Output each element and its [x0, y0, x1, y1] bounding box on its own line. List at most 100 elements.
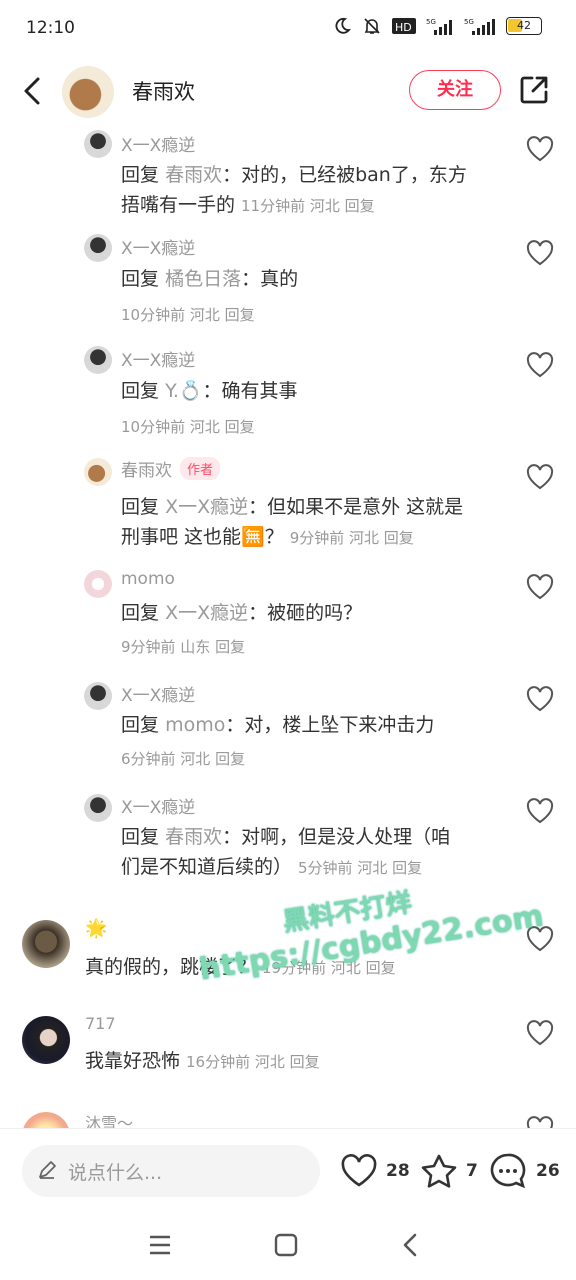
reply-target[interactable]: 春雨欢	[165, 826, 222, 848]
author-name[interactable]: 春雨欢	[132, 76, 195, 106]
reply-target[interactable]: X一X瘾逆	[165, 496, 248, 518]
comment-count: 26	[536, 1161, 560, 1181]
reply-prefix: 回复	[121, 496, 160, 518]
status-time: 12:10	[26, 18, 75, 38]
reply-username[interactable]: momo	[121, 569, 175, 589]
header: 春雨欢 关注	[0, 58, 576, 126]
reply-text: 回复 橘色日落：真的	[121, 264, 511, 294]
comment-bubble-icon	[490, 1153, 526, 1189]
like-heart-icon[interactable]	[526, 464, 554, 490]
comment-input[interactable]: 说点什么...	[22, 1145, 320, 1197]
signal-5g-icon: 5G	[426, 18, 452, 35]
bottom-action-bar: 说点什么... 28 7 26	[0, 1128, 576, 1210]
battery-level: 42	[517, 19, 531, 32]
reply-target[interactable]: 春雨欢	[165, 164, 222, 186]
reply-username[interactable]: X一X瘾逆	[121, 681, 195, 706]
reply-prefix: 回复	[121, 380, 160, 402]
reply-meta[interactable]: 10分钟前 河北 回复	[121, 416, 255, 437]
back-triangle-icon[interactable]	[400, 1232, 420, 1258]
like-heart-icon[interactable]	[526, 136, 554, 162]
reply-text: 回复 春雨欢：对的，已经被ban了，东方 捂嘴有一手的 11分钟前 河北 回复	[121, 160, 511, 221]
reply-prefix: 回复	[121, 268, 160, 290]
like-heart-icon[interactable]	[526, 1116, 554, 1128]
reply-meta[interactable]: 9分钟前 山东 回复	[121, 636, 245, 657]
reply-avatar[interactable]	[84, 570, 112, 598]
share-icon[interactable]	[518, 74, 550, 106]
home-square-icon[interactable]	[274, 1233, 298, 1257]
reply-target[interactable]: momo	[165, 714, 225, 736]
reply-text-line2: 捂嘴有一手的	[121, 194, 236, 216]
reply-username: 春雨欢 作者	[121, 456, 221, 481]
like-heart-icon[interactable]	[526, 352, 554, 378]
reply-meta[interactable]: 11分钟前 河北 回复	[241, 197, 375, 215]
reply-meta[interactable]: 6分钟前 河北 回复	[121, 748, 245, 769]
comment-avatar[interactable]	[22, 1112, 70, 1128]
reply-text-content: ：对，楼上坠下来冲击力	[225, 714, 435, 736]
reply-prefix: 回复	[121, 826, 160, 848]
battery-icon: 42	[506, 17, 542, 35]
follow-button[interactable]: 关注	[409, 70, 501, 110]
author-avatar[interactable]	[62, 66, 114, 118]
comment-meta[interactable]: 19分钟前 河北 回复	[262, 959, 396, 977]
reply-avatar[interactable]	[84, 234, 112, 262]
reply-prefix: 回复	[121, 602, 160, 624]
comment-username[interactable]: 717	[85, 1014, 116, 1033]
status-icons: HD 5G 5G 42	[332, 16, 542, 36]
star-action[interactable]: 7	[420, 1151, 478, 1191]
hd-icon: HD	[392, 18, 416, 34]
comment-text-content: 真的假的，跳楼了？	[85, 956, 257, 978]
reply-text: 回复 Y.💍：确有其事	[121, 376, 511, 406]
comment-action[interactable]: 26	[488, 1151, 560, 1191]
reply-prefix: 回复	[121, 164, 160, 186]
system-nav-bar	[0, 1210, 576, 1280]
reply-avatar[interactable]	[84, 682, 112, 710]
reply-username[interactable]: X一X瘾逆	[121, 131, 195, 156]
reply-username[interactable]: X一X瘾逆	[121, 793, 195, 818]
comment-avatar[interactable]	[22, 920, 70, 968]
comment-text-content: 我靠好恐怖	[85, 1050, 181, 1072]
reply-text-line1: ：对啊，但是没人处理（咱	[222, 826, 451, 848]
author-tag: 作者	[180, 457, 221, 480]
like-heart-icon[interactable]	[526, 926, 554, 952]
like-heart-icon[interactable]	[526, 574, 554, 600]
comment-feed[interactable]: X一X瘾逆 回复 春雨欢：对的，已经被ban了，东方 捂嘴有一手的 11分钟前 河…	[0, 126, 576, 1128]
reply-username[interactable]: X一X瘾逆	[121, 346, 195, 371]
signal-5g-2-icon: 5G	[464, 18, 495, 35]
reply-meta[interactable]: 10分钟前 河北 回复	[121, 304, 255, 325]
like-heart-icon[interactable]	[526, 240, 554, 266]
reply-text: 回复 X一X瘾逆：被砸的吗？	[121, 598, 511, 628]
comment-input-placeholder: 说点什么...	[68, 1162, 163, 1184]
reply-target[interactable]: 橘色日落	[165, 268, 241, 290]
reply-avatar[interactable]	[84, 130, 112, 158]
back-icon[interactable]	[18, 74, 48, 108]
reply-username[interactable]: X一X瘾逆	[121, 234, 195, 259]
svg-text:HD: HD	[395, 21, 412, 34]
reply-avatar[interactable]	[84, 794, 112, 822]
reply-target[interactable]: X一X瘾逆	[165, 602, 248, 624]
like-action[interactable]: 28	[340, 1151, 410, 1191]
star-count: 7	[466, 1161, 478, 1181]
comment-username[interactable]: 🌟	[85, 918, 107, 939]
reply-avatar[interactable]	[84, 346, 112, 374]
comment-avatar[interactable]	[22, 1016, 70, 1064]
moon-icon	[335, 17, 351, 34]
comment-text: 真的假的，跳楼了？ 19分钟前 河北 回复	[85, 952, 396, 979]
pen-icon	[39, 1161, 56, 1179]
comment-meta[interactable]: 16分钟前 河北 回复	[186, 1053, 320, 1071]
reply-avatar[interactable]	[84, 458, 112, 486]
reply-meta[interactable]: 9分钟前 河北 回复	[290, 529, 414, 547]
menu-icon[interactable]	[148, 1234, 172, 1256]
like-heart-icon[interactable]	[526, 686, 554, 712]
like-heart-icon[interactable]	[526, 798, 554, 824]
reply-text-line1: ：对的，已经被ban了，东方	[222, 164, 467, 186]
reply-text-content: ：确有其事	[202, 380, 298, 402]
reply-text-line2: 刑事吧 这也能🈚？	[121, 526, 284, 548]
reply-target[interactable]: Y.💍	[165, 380, 202, 402]
reply-text: 回复 X一X瘾逆：但如果不是意外 这就是 刑事吧 这也能🈚？ 9分钟前 河北 回复	[121, 492, 511, 553]
reply-username-text[interactable]: 春雨欢	[121, 461, 172, 481]
reply-meta[interactable]: 5分钟前 河北 回复	[298, 859, 422, 877]
reply-text-content: ：真的	[241, 268, 299, 290]
like-heart-icon[interactable]	[526, 1020, 554, 1046]
comment-username[interactable]: 沐雪～	[85, 1110, 133, 1128]
reply-text-line1: ：但如果不是意外 这就是	[248, 496, 464, 518]
